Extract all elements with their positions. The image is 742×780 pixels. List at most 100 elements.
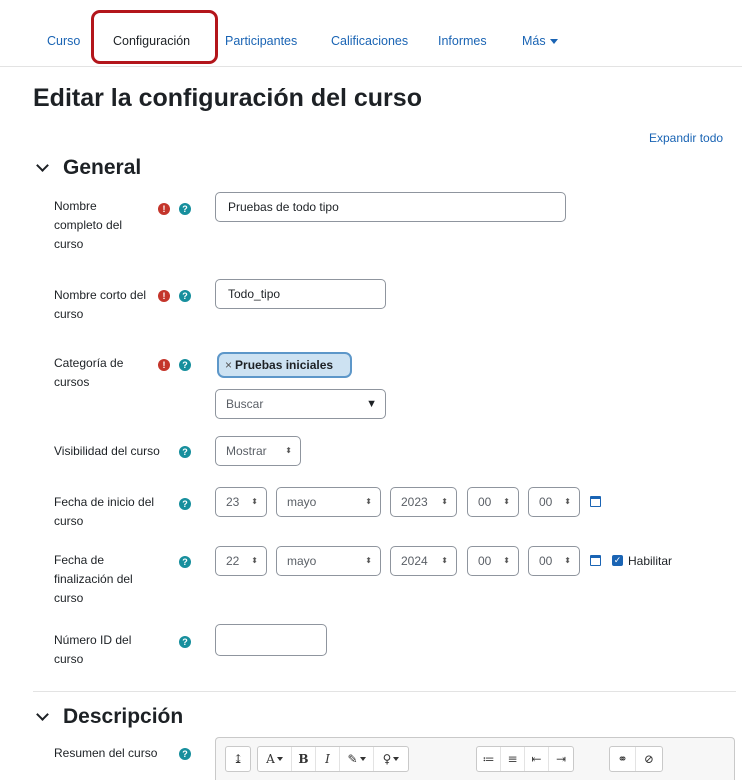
full-name-input[interactable]: Pruebas de todo tipo [215,192,566,222]
category-label: Categoría de cursos [54,356,124,389]
exclamation-circle-icon: ! [158,359,170,371]
chevron-down-icon [359,757,366,761]
select-arrows-icon: ⬍ [441,497,448,506]
nav-participantes[interactable]: Participantes [225,34,297,48]
id-number-label: Número ID del curso [54,633,132,666]
select-arrows-icon: ⬍ [564,497,571,506]
start-hour-select[interactable]: 00 ⬍ [467,487,519,517]
font-style-button[interactable]: A [258,747,292,771]
start-year-select[interactable]: 2023 ⬍ [390,487,457,517]
chevron-down-icon [36,159,49,172]
start-month-select[interactable]: mayo ⬍ [276,487,381,517]
exclamation-circle-icon: ! [158,290,170,302]
end-month-select[interactable]: mayo ⬍ [276,546,381,576]
start-hour-value: 00 [478,495,492,509]
category-search-placeholder: Buscar [226,397,264,411]
end-minute-select[interactable]: 00 ⬍ [528,546,580,576]
indent-icon[interactable]: ⇥ [549,747,573,771]
category-tag-label: Pruebas iniciales [235,358,334,372]
link-icon[interactable]: ⚭ [610,747,636,771]
font-style-icon: A [266,752,275,766]
short-name-input[interactable]: Todo_tipo [215,279,386,309]
end-hour-select[interactable]: 00 ⬍ [467,546,519,576]
select-arrows-icon: ⬍ [503,556,510,565]
ordered-list-icon[interactable]: ≡ [501,747,525,771]
category-tag[interactable]: × Pruebas iniciales [217,352,352,378]
start-month-value: mayo [287,495,317,509]
select-arrows-icon: ⬍ [365,556,372,565]
end-date-label: Fecha de finalización del curso [54,553,133,605]
collapse-toolbar-icon[interactable]: ↨ [226,747,250,771]
section-description-toggle[interactable]: Descripción [36,705,184,729]
bold-button[interactable]: B [292,747,316,771]
chevron-down-icon [36,708,49,721]
select-arrows-icon: ⬍ [441,556,448,565]
checkbox-checked-icon[interactable]: ✓ [612,555,623,566]
chevron-down-icon [393,757,400,761]
tag-remove-icon[interactable]: × [225,358,232,372]
start-year-value: 2023 [401,495,428,509]
calendar-icon[interactable] [590,555,601,566]
short-name-label: Nombre corto del curso [54,288,147,321]
nav-curso[interactable]: Curso [47,34,80,48]
question-circle-icon[interactable]: ? [179,290,191,302]
visibility-value: Mostrar [226,444,267,458]
end-minute-value: 00 [539,554,553,568]
question-circle-icon[interactable]: ? [179,498,191,510]
visibility-label: Visibilidad del curso [54,444,160,458]
end-hour-value: 00 [478,554,492,568]
section-general-title: General [63,156,142,179]
expand-all-link[interactable]: Expandir todo [649,131,723,145]
unlink-icon[interactable]: ⊘ [636,747,662,771]
select-arrows-icon: ⬍ [285,446,292,455]
question-circle-icon[interactable]: ? [179,748,191,760]
summary-label: Resumen del curso [54,746,158,760]
nav-mas-dropdown[interactable]: Más [522,34,558,48]
end-month-value: mayo [287,554,317,568]
question-circle-icon[interactable]: ? [179,556,191,568]
category-search-select[interactable]: Buscar ▼ [215,389,386,419]
unordered-list-icon[interactable]: ≔ [477,747,501,771]
section-general-toggle[interactable]: General [36,156,142,180]
question-circle-icon[interactable]: ? [179,446,191,458]
start-minute-select[interactable]: 00 ⬍ [528,487,580,517]
end-year-value: 2024 [401,554,428,568]
outdent-icon[interactable]: ⇤ [525,747,549,771]
highlight-button[interactable]: ♀ [374,747,408,771]
id-number-input[interactable] [215,624,327,656]
calendar-icon[interactable] [590,496,601,507]
chevron-down-icon [276,757,283,761]
select-arrows-icon: ⬍ [564,556,571,565]
toolbar-group-links: ⚭ ⊘ [609,746,663,772]
lightbulb-icon: ♀ [382,752,392,766]
question-circle-icon[interactable]: ? [179,203,191,215]
page-title: Editar la configuración del curso [33,84,422,112]
select-arrows-icon: ⬍ [251,497,258,506]
visibility-select[interactable]: Mostrar ⬍ [215,436,301,466]
end-year-select[interactable]: 2024 ⬍ [390,546,457,576]
nav-informes[interactable]: Informes [438,34,487,48]
brush-icon: ✎ [347,752,358,766]
end-day-select[interactable]: 22 ⬍ [215,546,267,576]
triangle-down-icon: ▼ [366,398,377,410]
start-day-value: 23 [226,495,240,509]
nav-calificaciones[interactable]: Calificaciones [331,34,408,48]
question-circle-icon[interactable]: ? [179,636,191,648]
start-date-label: Fecha de inicio del curso [54,495,155,528]
start-minute-value: 00 [539,495,553,509]
select-arrows-icon: ⬍ [365,497,372,506]
secondary-navigation: Curso Configuración Participantes Califi… [0,0,742,67]
toolbar-group-collapse: ↨ [225,746,251,772]
select-arrows-icon: ⬍ [251,556,258,565]
text-color-button[interactable]: ✎ [340,747,374,771]
toolbar-group-lists: ≔ ≡ ⇤ ⇥ [476,746,574,772]
section-divider [33,691,736,692]
italic-button[interactable]: I [316,747,340,771]
enable-end-date-label[interactable]: Habilitar [628,552,672,571]
end-day-value: 22 [226,554,240,568]
select-arrows-icon: ⬍ [503,497,510,506]
question-circle-icon[interactable]: ? [179,359,191,371]
section-description-title: Descripción [63,705,184,728]
start-day-select[interactable]: 23 ⬍ [215,487,267,517]
exclamation-circle-icon: ! [158,203,170,215]
